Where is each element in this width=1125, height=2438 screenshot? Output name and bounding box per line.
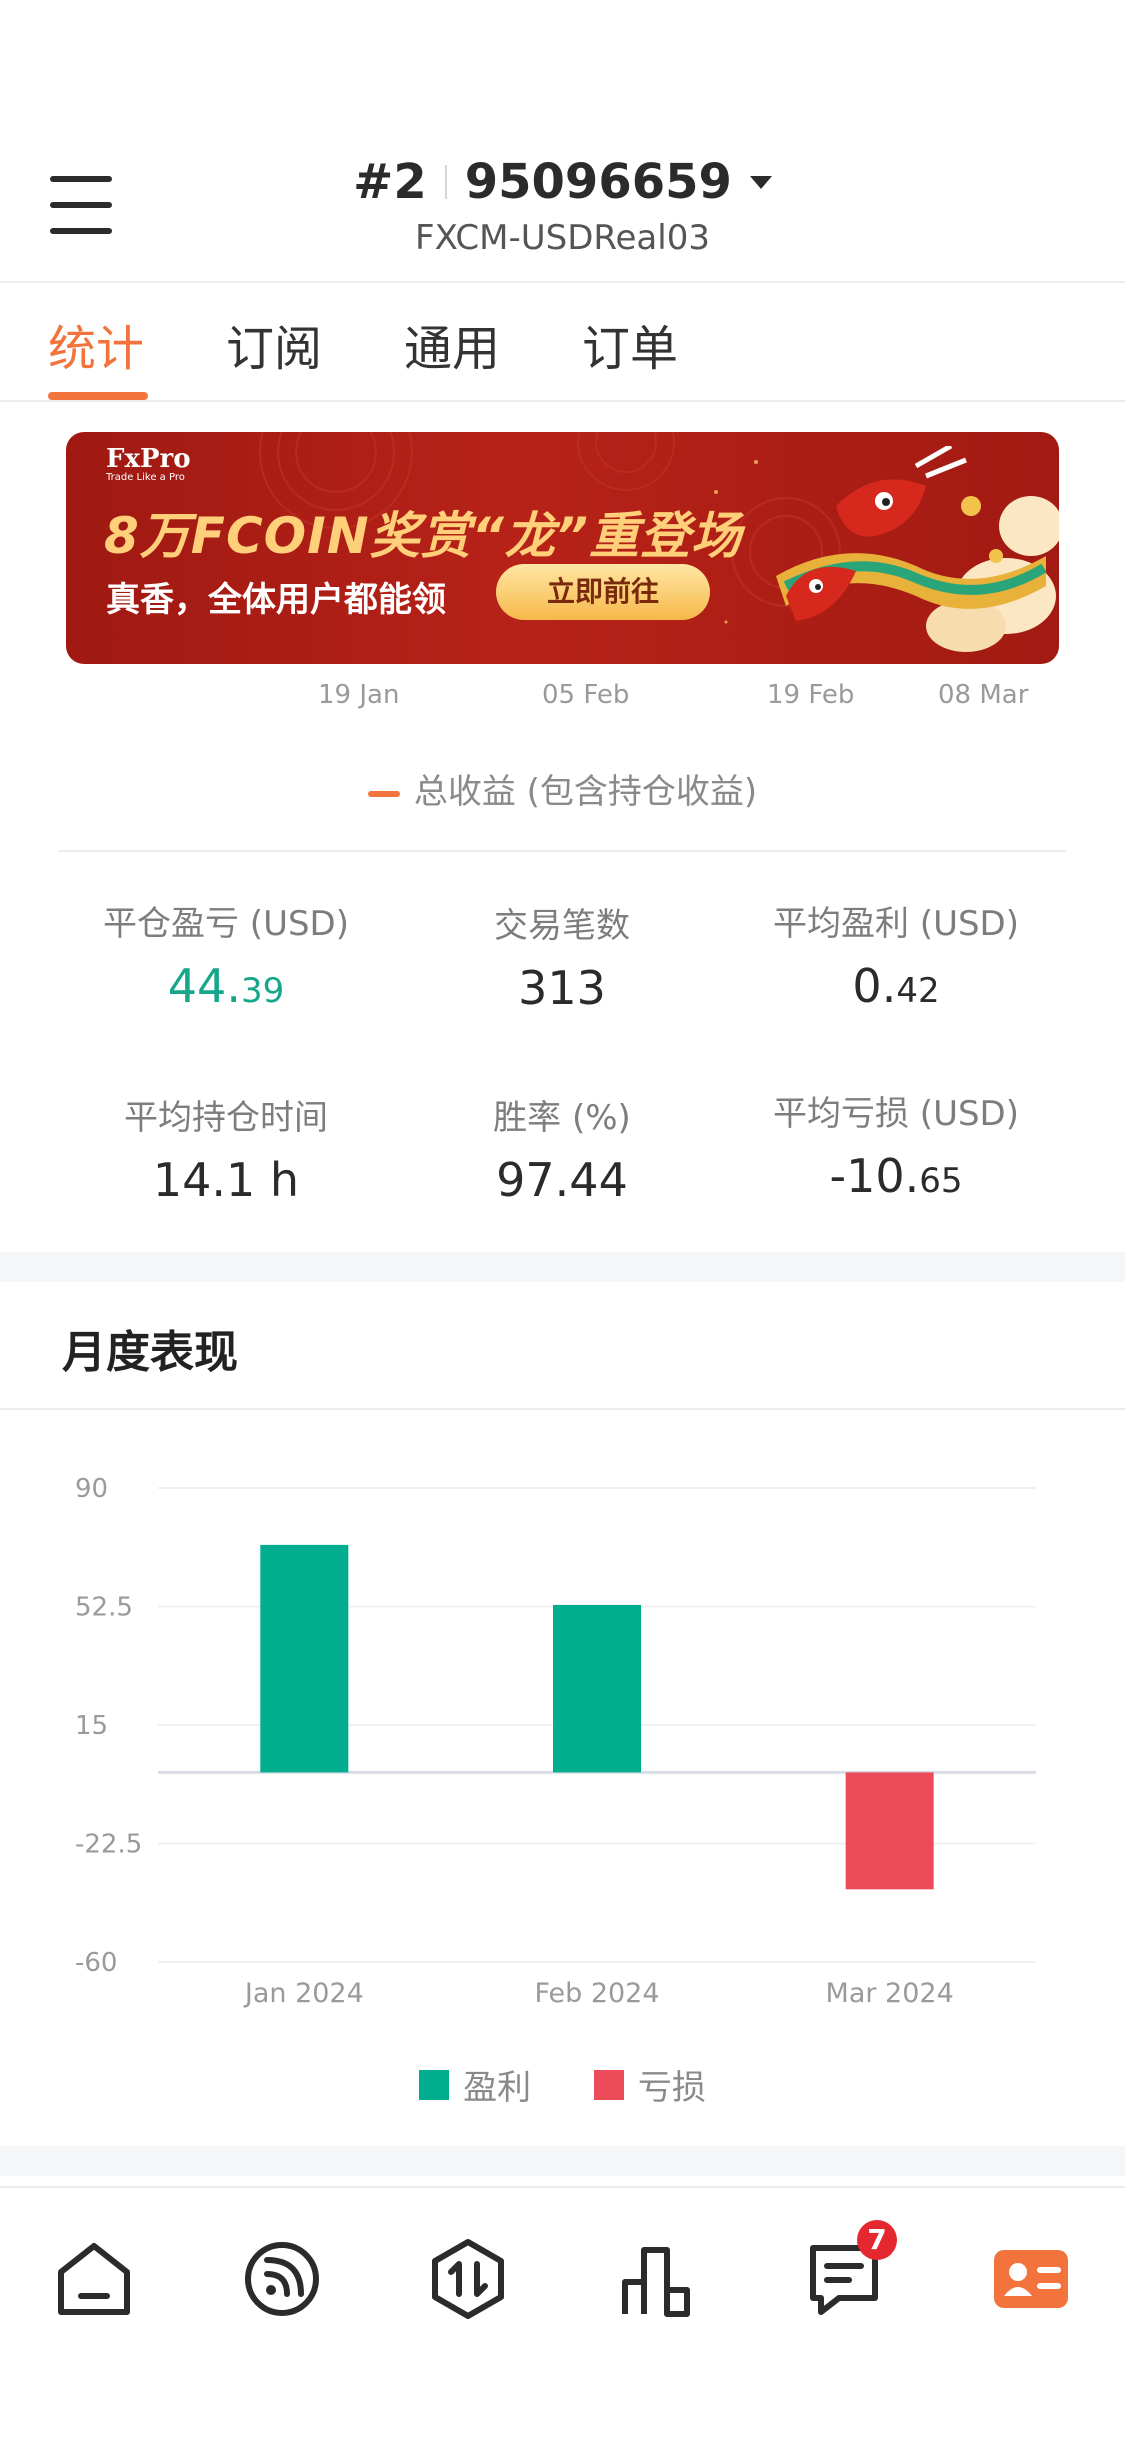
stat-trade-count-value: 313 (518, 961, 606, 1015)
stat-closed-pnl-value: 44.39 (167, 959, 285, 1013)
banner-subline: 真香，全体用户都能领 (106, 580, 446, 620)
promo-banner[interactable]: FxPro Trade Like a Pro 8万FCOIN奖赏“龙”重登场 真… (66, 432, 1059, 664)
dragon-illustration (776, 446, 1059, 652)
stat-avg-hold-time-value: 14.1 h (152, 1153, 300, 1207)
title-separator (444, 165, 447, 199)
tab-bar: 统计 订阅 通用 订单 (0, 283, 1125, 401)
y-tick-label: -60 (75, 1948, 117, 1978)
tabs-divider (0, 400, 1125, 402)
active-tab-indicator (48, 392, 148, 400)
x-tick-label: Jan 2024 (243, 1978, 364, 2009)
top-header: #2 95096659 FXCM-USDReal03 (0, 140, 1125, 282)
banner-headline: 8万FCOIN奖赏“龙”重登场 (104, 507, 742, 565)
section-gap (0, 1252, 1125, 1282)
stat-win-rate: 胜率 (%) 97.44 (382, 1090, 742, 1207)
account-index: #2 (353, 154, 427, 210)
profit-bar (553, 1604, 641, 1773)
top-chart-xtick: 05 Feb (542, 680, 630, 710)
top-chart-legend-label: 总收益 (包含持仓收益) (413, 772, 758, 812)
fxpro-logo: FxPro Trade Like a Pro (106, 444, 191, 483)
server-name: FXCM-USDReal03 (415, 218, 710, 258)
y-tick-label: 15 (75, 1711, 108, 1741)
stat-avg-loss-value: -10.65 (829, 1149, 963, 1203)
legend-profit-swatch (419, 2069, 450, 2100)
y-tick-label: 90 (75, 1474, 108, 1504)
top-chart-legend: 总收益 (包含持仓收益) (0, 764, 1125, 813)
y-tick-label: 52.5 (75, 1593, 133, 1623)
legend-loss: 亏损 (593, 2060, 706, 2109)
message-badge: 7 (857, 2220, 897, 2260)
account-number: 95096659 (464, 154, 732, 210)
profit-bar (260, 1544, 349, 1773)
top-chart-xtick: 19 Jan (318, 680, 400, 710)
tab-orders[interactable]: 订单 (582, 309, 678, 379)
feed-icon[interactable] (237, 2234, 327, 2324)
x-tick-label: Mar 2024 (826, 1978, 954, 2009)
stat-trade-count: 交易笔数 313 (382, 898, 742, 1015)
y-tick-label: -22.5 (75, 1830, 142, 1860)
stat-win-rate-value: 97.44 (496, 1153, 628, 1207)
loss-bar (845, 1772, 934, 1890)
legend-loss-swatch (593, 2069, 624, 2100)
stat-avg-loss: 平均亏损 (USD) -10.65 (716, 1086, 1076, 1203)
account-title: #2 95096659 FXCM-USDReal03 (0, 154, 1125, 258)
banner-cta-button[interactable]: 立即前往 (496, 564, 710, 620)
top-chart-xtick: 19 Feb (767, 680, 855, 710)
monthly-legend: 盈利 亏损 (0, 2060, 1125, 2109)
stats-divider (58, 850, 1066, 852)
stat-avg-profit: 平均盈利 (USD) 0.42 (716, 896, 1076, 1013)
bottom-navigation: 7 (0, 2186, 1125, 2438)
tab-general[interactable]: 通用 (404, 309, 500, 379)
x-tick-label: Feb 2024 (534, 1978, 659, 2009)
profile-card-icon[interactable] (986, 2234, 1076, 2324)
monthly-bar-chart: 90 52.5 15 -22.5 -60 Jan 2024 Feb 2024 Mar 2024 (75, 1474, 1036, 2009)
chart-icon[interactable] (611, 2234, 701, 2324)
stat-closed-pnl: 平仓盈亏 (USD) 44.39 (46, 896, 406, 1013)
tab-subscribe[interactable]: 订阅 (226, 309, 322, 379)
stat-avg-profit-value: 0.42 (852, 959, 940, 1013)
top-chart-xtick: 08 Mar (938, 680, 1029, 710)
home-icon[interactable] (49, 2234, 139, 2324)
message-nav-item[interactable]: 7 (799, 2220, 897, 2324)
section-gap (0, 2146, 1125, 2176)
legend-line-swatch (367, 790, 400, 797)
monthly-divider (0, 1408, 1125, 1410)
legend-profit: 盈利 (419, 2060, 531, 2109)
trade-icon[interactable] (423, 2234, 513, 2324)
tab-stats[interactable]: 统计 (48, 309, 144, 379)
account-switcher[interactable]: #2 95096659 (353, 154, 772, 210)
legend-loss-label: 亏损 (637, 2068, 706, 2108)
legend-profit-label: 盈利 (463, 2068, 532, 2108)
monthly-section-title: 月度表现 (62, 1327, 238, 1378)
caret-down-icon (749, 175, 772, 189)
stat-avg-hold-time: 平均持仓时间 14.1 h (46, 1090, 406, 1207)
